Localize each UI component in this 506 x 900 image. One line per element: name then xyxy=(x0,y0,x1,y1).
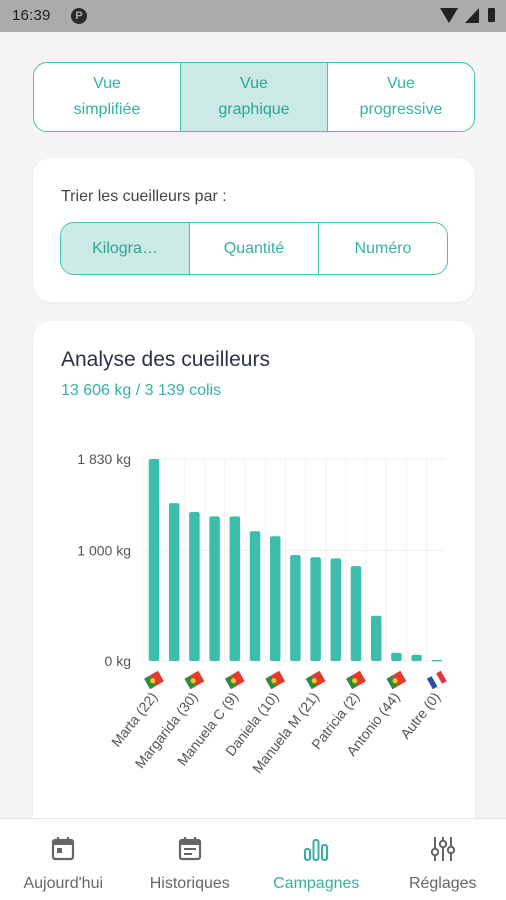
bar xyxy=(249,531,261,661)
bar xyxy=(310,557,321,661)
bar xyxy=(391,652,402,661)
nav-history[interactable]: Historiques xyxy=(127,819,254,900)
wifi-icon xyxy=(440,8,458,23)
bar xyxy=(189,511,200,661)
portugal-flag-icon xyxy=(305,670,326,690)
nav-settings[interactable]: Réglages xyxy=(380,819,506,900)
bar xyxy=(209,516,220,661)
status-bar: 16:39 P xyxy=(0,0,506,32)
y-tick-label: 0 kg xyxy=(105,653,131,669)
sort-toggle: Kilogra… Quantité Numéro xyxy=(60,222,448,275)
history-calendar-icon xyxy=(178,837,201,861)
nav-history-label: Historiques xyxy=(149,875,230,892)
bar xyxy=(370,615,382,661)
bar xyxy=(148,459,160,661)
sort-label: Trier les cueilleurs par : xyxy=(61,188,227,205)
view-toggle: Vue simplifiée Vue graphique Vue progressiv… xyxy=(33,62,475,132)
bar xyxy=(168,503,180,661)
nav-settings-label: Réglages xyxy=(408,875,477,892)
sliders-icon xyxy=(430,837,455,861)
bar xyxy=(229,516,241,661)
portugal-flag-icon xyxy=(144,670,164,690)
signal-icon xyxy=(465,8,479,23)
france-flag-icon xyxy=(426,670,447,690)
nav-campaigns[interactable]: Campagnes xyxy=(253,819,380,900)
sort-card: Trier les cueilleurs par : Kilogra… Quan… xyxy=(33,158,475,302)
bar xyxy=(411,654,422,661)
portugal-flag-icon xyxy=(346,670,366,690)
x-category-label: Autre (0) xyxy=(397,689,443,742)
sort-quantity-button[interactable]: Quantité xyxy=(189,223,318,274)
pickers-bar-chart: 1 830 kg1 000 kg0 kgMarta (22)Margarida … xyxy=(77,451,447,776)
portugal-flag-icon xyxy=(184,670,205,690)
app-notification-icon: P xyxy=(71,8,87,24)
nav-campaigns-label: Campagnes xyxy=(273,875,360,892)
sort-kilograms-button[interactable]: Kilogra… xyxy=(61,223,189,274)
analysis-card: Analyse des cueilleurs 13 606 kg / 3 139… xyxy=(33,321,475,861)
portugal-flag-icon xyxy=(265,670,286,690)
portugal-flag-icon xyxy=(224,670,245,690)
view-graphic-button[interactable]: Vue graphique xyxy=(180,63,327,131)
y-tick-label: 1 830 kg xyxy=(77,451,131,467)
nav-today-label: Aujourd'hui xyxy=(23,875,104,892)
battery-icon xyxy=(488,8,495,22)
bar xyxy=(290,555,301,661)
bar-chart-icon xyxy=(304,839,329,861)
bar xyxy=(330,558,342,661)
calendar-icon xyxy=(52,837,75,861)
bottom-nav: Aujourd'hui Historiques Campagnes Réglag… xyxy=(0,818,506,900)
sort-number-button[interactable]: Numéro xyxy=(318,223,447,274)
bar xyxy=(431,659,443,662)
y-tick-label: 1 000 kg xyxy=(77,543,131,559)
view-simplified-button[interactable]: Vue simplifiée xyxy=(34,63,180,131)
bar xyxy=(269,536,281,661)
view-progressive-button[interactable]: Vue progressive xyxy=(327,63,474,131)
nav-today[interactable]: Aujourd'hui xyxy=(0,819,127,900)
bar xyxy=(350,566,362,661)
status-time: 16:39 xyxy=(12,7,51,24)
portugal-flag-icon xyxy=(386,670,407,690)
